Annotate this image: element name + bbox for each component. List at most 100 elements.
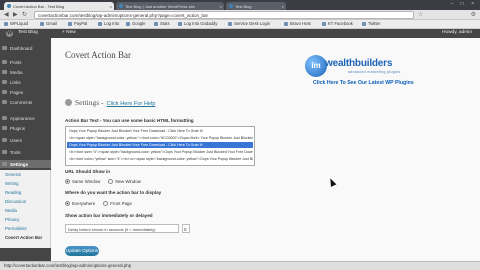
submenu-item-general[interactable]: General	[5, 172, 21, 177]
mouse-cursor-icon	[327, 177, 337, 187]
wordpress-logo-icon[interactable]: W	[6, 30, 13, 37]
help-link[interactable]: Click Here For Help	[107, 101, 156, 107]
text-option[interactable]: <b><font color="yellow" size="4"><b><u><…	[67, 156, 253, 162]
same-window-label: Same Window	[72, 179, 101, 184]
sidebar-item-links[interactable]: Links	[0, 78, 51, 86]
bookmark[interactable]: PayPal	[68, 21, 87, 26]
tab-label: Test Blog	[235, 4, 252, 9]
sidebar-item-settings[interactable]: Settings	[0, 160, 51, 168]
account-menu[interactable]: Howdy, admin	[442, 30, 472, 35]
comments-icon	[2, 100, 7, 104]
forward-icon[interactable]: ▶	[13, 11, 18, 18]
back-icon[interactable]: ◀	[4, 11, 9, 18]
favicon-icon	[229, 4, 233, 8]
bookmark[interactable]: Service Desk Login	[228, 21, 270, 26]
bookmark[interactable]: Log Into	[98, 21, 119, 26]
submenu-item-reading[interactable]: Reading	[5, 190, 21, 195]
sidebar-item-comments[interactable]: Comments	[0, 98, 51, 106]
settings-heading-text: Settings -	[75, 98, 104, 107]
status-bar: http://covertactionbar.com/testblog/wp-a…	[0, 261, 480, 270]
bookmark[interactable]: WPLiquid	[4, 21, 28, 26]
favicon-icon	[7, 4, 11, 8]
media-icon	[2, 70, 7, 74]
update-options-button[interactable]: Update Options	[65, 246, 99, 256]
bookmark[interactable]: Gmail	[40, 21, 57, 26]
bookmark[interactable]: KT Facebook	[322, 21, 353, 26]
browser-tab[interactable]: Test Blog ×	[226, 2, 286, 10]
address-bar: ◀ ▶ ↻ covertactionbar.com/testblog/wp-ad…	[0, 10, 480, 20]
bookmark[interactable]: Log Into Godaddy	[178, 21, 217, 26]
favicon-icon	[119, 4, 123, 8]
sidebar-item-users[interactable]: Users	[0, 136, 51, 144]
action-bar-text-select[interactable]: Oops Your Popup Blocker Just Blocked You…	[65, 126, 255, 166]
tab-label: Covert Action Bar - Test Blog	[13, 4, 65, 9]
plugins-icon	[2, 126, 7, 130]
site-name-link[interactable]: Test Blog	[18, 30, 38, 35]
im-logo-icon: im	[305, 55, 327, 77]
browser-tab-strip: Covert Action Bar - Test Blog × Test Blo…	[0, 0, 480, 10]
sidebar-item-posts[interactable]: Posts	[0, 58, 51, 66]
sidebar-item-media[interactable]: Media	[0, 68, 51, 76]
bookmark[interactable]: Stats	[154, 21, 170, 26]
appearance-icon	[2, 116, 7, 120]
sidebar-item-pages[interactable]: Pages	[0, 88, 51, 96]
submenu-item-permalinks[interactable]: Permalinks	[5, 226, 27, 231]
bookmark[interactable]: Twitter	[362, 21, 380, 26]
tools-icon	[2, 150, 7, 154]
sidebar-item-dashboard[interactable]: Dashboard	[0, 44, 51, 52]
submenu-item-media[interactable]: Media	[5, 208, 17, 213]
sidebar-item-label: Plugins	[10, 126, 26, 131]
url-target-label: URL Should Show in	[65, 169, 111, 174]
submenu-item-writing[interactable]: Writing	[5, 181, 19, 186]
sidebar-item-label: Tools	[10, 150, 21, 155]
sidebar-item-label: Pages	[10, 90, 24, 95]
new-content-link[interactable]: + New	[62, 30, 76, 35]
front-page-label: Front Page	[110, 201, 132, 206]
status-url: http://covertactionbar.com/testblog/wp-a…	[4, 263, 132, 268]
everywhere-radio[interactable]	[65, 201, 70, 206]
dashboard-icon	[2, 46, 7, 50]
text-option[interactable]: <b><span style="background-color: yellow…	[67, 135, 253, 141]
new-label: New	[66, 30, 76, 35]
settings-heading: Settings - Click Here For Help	[65, 98, 155, 107]
browser-tab[interactable]: Test Blog | Just another WordPress site …	[116, 2, 224, 10]
bookmark[interactable]: Google	[126, 21, 146, 26]
bookmark-star-icon[interactable]: ☆	[418, 11, 423, 18]
action-bar-text-label: Action Bar Text - You can use some basic…	[65, 118, 194, 123]
new-window-radio[interactable]	[108, 179, 114, 184]
delay-seconds-input[interactable]: 0	[182, 224, 190, 233]
posts-icon	[2, 60, 7, 64]
sidebar-item-label: Comments	[10, 100, 33, 105]
submenu-item-discussion[interactable]: Discussion	[5, 199, 26, 204]
window-controls-icon[interactable]: – □ ×	[451, 1, 478, 7]
same-window-radio[interactable]	[65, 179, 70, 184]
url-field[interactable]: covertactionbar.com/testblog/wp-admin/op…	[34, 11, 414, 19]
sidebar-item-tools[interactable]: Tools	[0, 148, 51, 156]
text-option-selected[interactable]: Oops Your Popup Blocker Just Blocked You…	[67, 142, 253, 148]
reload-icon[interactable]: ↻	[22, 11, 27, 18]
text-option[interactable]: Oops Your Popup Blocker Just Blocked You…	[67, 128, 253, 134]
close-tab-icon[interactable]: ×	[110, 4, 112, 9]
submenu-item-privacy[interactable]: Privacy	[5, 217, 19, 222]
main-content: Covert Action Bar im wealthbuilders adva…	[51, 38, 480, 270]
bookmark[interactable]: Bravo Host	[284, 21, 311, 26]
pages-icon	[2, 90, 7, 94]
url-target-radios: Same Window New Window	[65, 179, 141, 184]
wrench-icon[interactable]: ⚙	[471, 11, 476, 18]
admin-sidebar: Dashboard Posts Media Links Pages Commen…	[0, 38, 51, 270]
sidebar-item-label: Users	[10, 138, 22, 143]
settings-icon	[2, 162, 7, 166]
close-tab-icon[interactable]: ×	[282, 4, 284, 9]
text-option[interactable]: <b><font size="4"><span style="backgroun…	[67, 149, 253, 155]
browser-tab[interactable]: Covert Action Bar - Test Blog ×	[4, 2, 114, 10]
sidebar-item-plugins[interactable]: Plugins	[0, 124, 51, 132]
latest-plugins-link[interactable]: Click Here To See Our Latest WP Plugins	[313, 80, 414, 86]
submenu-item-covert-action-bar[interactable]: Covert Action Bar	[5, 235, 42, 240]
front-page-radio[interactable]	[103, 201, 109, 206]
users-icon	[2, 138, 7, 142]
display-location-label: Where do you want the action bar to disp…	[65, 190, 162, 195]
close-tab-icon[interactable]: ×	[220, 4, 222, 9]
sidebar-item-appearance[interactable]: Appearance	[0, 114, 51, 122]
sidebar-item-label: Dashboard	[10, 46, 33, 51]
links-icon	[2, 80, 7, 84]
